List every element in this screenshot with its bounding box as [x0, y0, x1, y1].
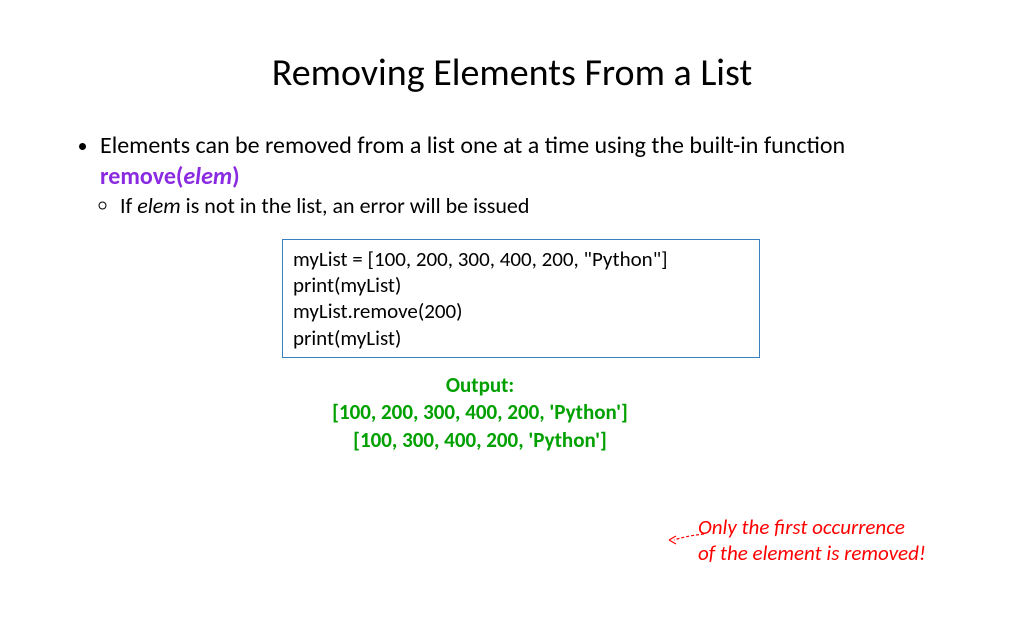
- output-line-2: [100, 300, 400, 200, 'Python']: [300, 427, 660, 454]
- func-remove-arg: elem: [183, 162, 232, 191]
- sub1-elem: elem: [137, 192, 180, 219]
- output-block: Output: [100, 200, 300, 400, 200, 'Pytho…: [300, 372, 660, 454]
- output-line-1: [100, 200, 300, 400, 200, 'Python']: [300, 399, 660, 426]
- code-line-3: myList.remove(200): [293, 298, 749, 324]
- sub1-suffix: is not in the list, an error will be iss…: [181, 192, 530, 219]
- code-line-1: myList = [100, 200, 300, 400, 200, "Pyth…: [293, 246, 749, 272]
- sub-bullet-1: If elem is not in the list, an error wil…: [120, 192, 954, 221]
- output-label: Output:: [300, 372, 660, 399]
- note-line-1: Only the first occurrence: [698, 514, 978, 540]
- code-line-4: print(myList): [293, 325, 749, 351]
- callout-note: Only the first occurrence of the element…: [698, 514, 978, 567]
- bullet-1-text: Elements can be removed from a list one …: [100, 131, 845, 160]
- func-remove-open: remove(: [100, 162, 183, 191]
- note-line-2: of the element is removed!: [698, 540, 978, 566]
- slide-title: Removing Elements From a List: [0, 50, 1024, 96]
- sub1-prefix: If: [120, 192, 137, 219]
- bullet-1: Elements can be removed from a list one …: [100, 130, 954, 221]
- bullet-list: Elements can be removed from a list one …: [80, 130, 954, 221]
- func-remove-close: ): [232, 162, 239, 191]
- code-line-2: print(myList): [293, 272, 749, 298]
- code-example-box: myList = [100, 200, 300, 400, 200, "Pyth…: [282, 239, 760, 358]
